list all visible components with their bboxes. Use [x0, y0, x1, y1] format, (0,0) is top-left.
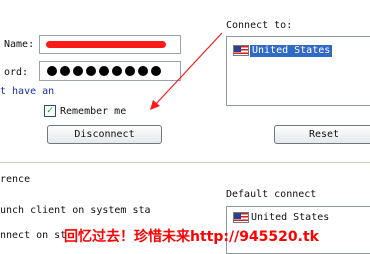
auto-connect-option[interactable]: nnect on st — [0, 230, 66, 242]
preferences-divider — [0, 162, 370, 163]
default-connect-label: Default connect — [226, 189, 317, 200]
us-flag-icon — [233, 212, 249, 223]
launch-on-startup-option[interactable]: unch client on system sta — [0, 205, 151, 217]
default-connect-item[interactable]: United States — [251, 212, 329, 224]
preferences-section-label: rence — [0, 174, 31, 185]
watermark-text: 回忆过去！珍惜未来http://945520.tk — [64, 229, 319, 245]
